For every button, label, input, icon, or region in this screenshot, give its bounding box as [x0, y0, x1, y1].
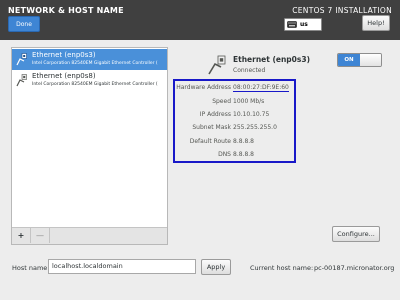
remove-device-button[interactable]: — [31, 228, 50, 243]
property-value: 255.255.255.0 [233, 124, 277, 131]
current-hostname-label: Current host name: [250, 264, 314, 272]
screen-title: NETWORK & HOST NAME [8, 6, 124, 15]
device-item-enp0s8[interactable]: Ethernet (enp0s8) Intel Corporation 8254… [12, 70, 167, 91]
device-detail-name: Ethernet (enp0s3) [233, 55, 311, 64]
network-wired-icon [208, 55, 226, 75]
property-row-dns: DNS 8.8.8.8 [174, 151, 304, 161]
property-label: Subnet Mask [192, 124, 231, 131]
top-bar: NETWORK & HOST NAME Done CENTOS 7 INSTAL… [0, 0, 400, 40]
property-row-hardware-address: Hardware Address 08:00:27:DF:9E:60 [174, 84, 304, 94]
property-row-default-route: Default Route 8.8.8.8 [174, 138, 304, 148]
keyboard-icon [287, 21, 297, 28]
property-row-subnet-mask: Subnet Mask 255.255.255.0 [174, 124, 304, 134]
hostname-label: Host name: [12, 264, 50, 272]
device-list-toolbar: + — [12, 227, 167, 244]
keyboard-layout-label: us [300, 21, 308, 28]
device-status: Connected [233, 67, 266, 74]
apply-button[interactable]: Apply [201, 259, 231, 275]
property-value: 1000 Mb/s [233, 98, 265, 105]
network-device-list: Ethernet (enp0s3) Intel Corporation 8254… [11, 47, 168, 245]
toggle-knob[interactable] [360, 54, 381, 66]
configure-button[interactable]: Configure... [332, 226, 380, 242]
property-value: 08:00:27:DF:9E:60 [233, 84, 289, 92]
device-toggle-switch[interactable]: ON [337, 53, 382, 67]
property-value: 10.10.10.75 [233, 111, 270, 118]
current-hostname-value: pc-00187.micronator.org [314, 264, 395, 272]
help-button[interactable]: Help! [362, 15, 390, 31]
done-button[interactable]: Done [8, 16, 40, 32]
device-item-enp0s3[interactable]: Ethernet (enp0s3) Intel Corporation 8254… [12, 49, 167, 70]
device-description: Intel Corporation 82540EM Gigabit Ethern… [32, 61, 158, 66]
network-wired-icon [16, 53, 27, 66]
property-label: Speed [212, 98, 231, 105]
property-value: 8.8.8.8 [233, 138, 254, 145]
network-wired-icon [16, 74, 27, 87]
device-description: Intel Corporation 82540EM Gigabit Ethern… [32, 82, 158, 87]
property-row-ip-address: IP Address 10.10.10.75 [174, 111, 304, 121]
property-value: 8.8.8.8 [233, 151, 254, 158]
property-label: IP Address [199, 111, 231, 118]
property-label: Hardware Address [176, 84, 231, 91]
add-device-button[interactable]: + [12, 228, 31, 243]
product-title: CENTOS 7 INSTALLATION [292, 6, 392, 15]
property-label: DNS [218, 151, 231, 158]
hostname-input[interactable]: localhost.localdomain [48, 259, 196, 274]
device-name: Ethernet (enp0s3) [32, 51, 96, 59]
property-row-speed: Speed 1000 Mb/s [174, 98, 304, 108]
toggle-on-label: ON [338, 54, 360, 66]
device-name: Ethernet (enp0s8) [32, 72, 96, 80]
keyboard-layout-indicator[interactable]: us [284, 18, 322, 31]
property-label: Default Route [189, 138, 231, 145]
